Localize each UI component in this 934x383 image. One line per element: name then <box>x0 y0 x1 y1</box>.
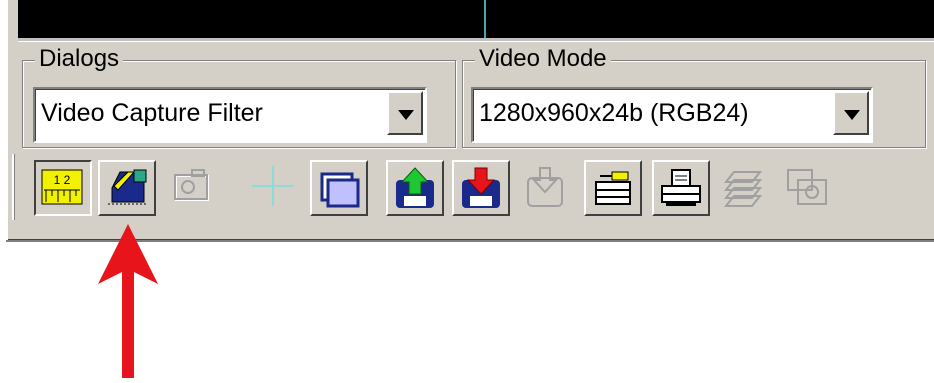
upload-button[interactable] <box>386 160 444 216</box>
upload-green-arrow-icon <box>396 167 434 208</box>
dialogs-legend: Dialogs <box>35 45 124 73</box>
dialogs-dropdown-button[interactable] <box>387 91 423 135</box>
dialogs-group: Dialogs Video Capture Filter <box>22 45 456 148</box>
crosshair-icon <box>252 166 294 206</box>
video-preview <box>18 0 934 38</box>
chevron-down-icon <box>398 110 414 120</box>
toolbar: 1 2 <box>12 154 928 220</box>
dialogs-combobox[interactable]: Video Capture Filter <box>33 87 427 143</box>
copy-camera-button[interactable] <box>780 160 838 216</box>
ruler-icon: 1 2 <box>41 169 83 205</box>
save-disabled-button[interactable] <box>518 160 576 216</box>
red-arrow-annotation <box>98 224 158 378</box>
toolbar-grip <box>12 154 15 220</box>
video-preview-border <box>18 38 934 42</box>
video-mode-dropdown-button[interactable] <box>833 91 869 135</box>
copy-camera-icon <box>787 169 827 205</box>
ruler-button[interactable]: 1 2 <box>34 160 92 216</box>
window-button[interactable] <box>310 160 368 216</box>
crosshair-button[interactable] <box>246 160 304 216</box>
video-mode-combobox[interactable]: 1280x960x24b (RGB24) <box>471 87 873 143</box>
hardware-button[interactable] <box>584 160 642 216</box>
capture-settings-icon <box>108 169 147 205</box>
camera-button[interactable] <box>164 160 222 216</box>
window-icon <box>320 172 360 208</box>
camera-icon <box>174 169 209 201</box>
dialogs-selected-value: Video Capture Filter <box>41 99 263 127</box>
video-mode-group: Video Mode 1280x960x24b (RGB24) <box>462 45 926 148</box>
hardware-icon <box>595 171 631 205</box>
video-crosshair-line <box>484 0 486 38</box>
print-icon <box>661 169 701 206</box>
video-mode-selected-value: 1280x960x24b (RGB24) <box>479 99 749 127</box>
video-mode-legend: Video Mode <box>475 45 611 73</box>
save-disabled-icon <box>527 167 563 207</box>
layers-icon <box>723 171 763 207</box>
capture-window: Dialogs Video Capture Filter Video Mode … <box>6 0 934 242</box>
layers-button[interactable] <box>716 160 774 216</box>
download-button[interactable] <box>452 160 510 216</box>
download-red-arrow-icon <box>462 167 500 208</box>
capture-settings-button[interactable] <box>98 160 156 216</box>
print-button[interactable] <box>652 160 710 216</box>
ruler-icon-label: 1 2 <box>54 173 71 187</box>
chevron-down-icon <box>844 110 860 120</box>
